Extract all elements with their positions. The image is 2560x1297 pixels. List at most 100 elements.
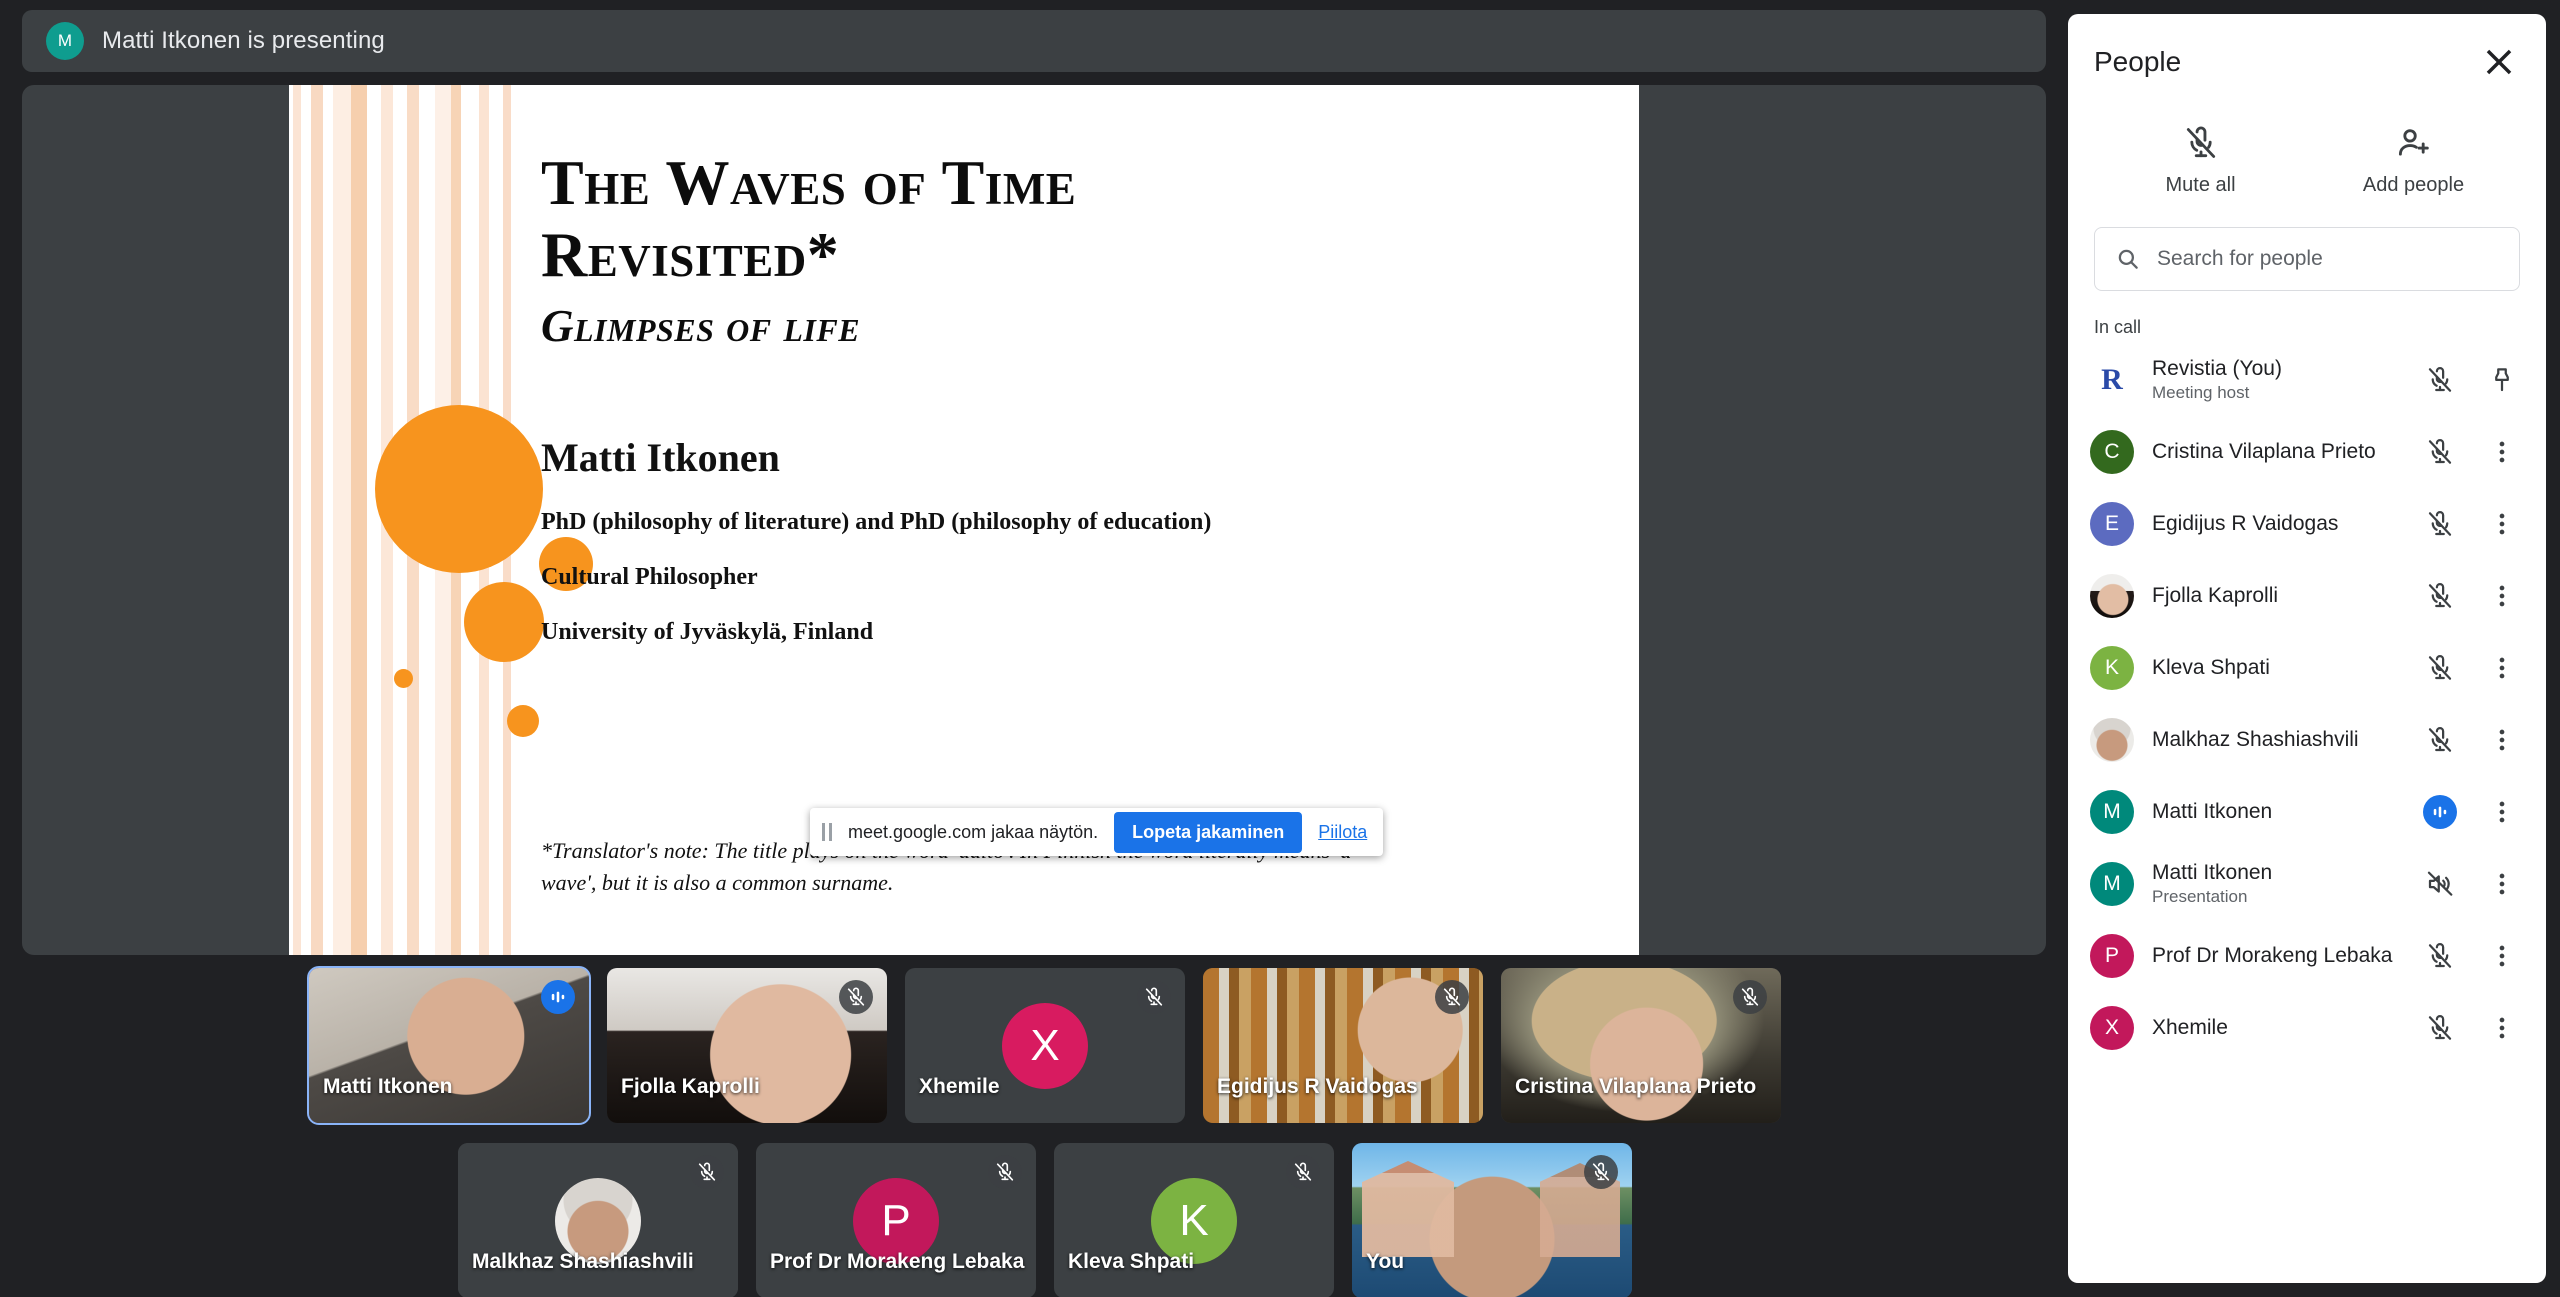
participant-row[interactable]: M Matti Itkonen bbox=[2090, 776, 2524, 848]
people-panel: People Mute all Add people Search for pe… bbox=[2068, 14, 2546, 1283]
participant-tile-name: Xhemile bbox=[919, 1075, 1000, 1098]
participant-name: Kleva Shpati bbox=[2152, 656, 2270, 679]
search-icon bbox=[2115, 246, 2141, 272]
slide-decor-circle-small-b bbox=[507, 705, 539, 737]
participant-tile[interactable]: P Prof Dr Morakeng Lebaka bbox=[756, 1143, 1036, 1297]
presenting-banner: M Matti Itkonen is presenting bbox=[22, 10, 2046, 72]
participant-tile[interactable]: You bbox=[1352, 1143, 1632, 1297]
participant-tile[interactable]: Cristina Vilaplana Prieto bbox=[1501, 968, 1781, 1123]
stop-sharing-button[interactable]: Lopeta jakaminen bbox=[1114, 811, 1303, 853]
screen-share-toast: meet.google.com jakaa näytön. Lopeta jak… bbox=[810, 808, 1384, 856]
more-options-icon[interactable] bbox=[2480, 437, 2524, 467]
participant-name: Malkhaz Shashiashvili bbox=[2152, 728, 2359, 751]
participant-row[interactable]: X Xhemile bbox=[2090, 992, 2524, 1064]
mic-off-icon bbox=[1733, 980, 1767, 1014]
people-panel-title: People bbox=[2094, 46, 2182, 77]
more-options-icon[interactable] bbox=[2480, 725, 2524, 755]
add-people-label: Add people bbox=[2362, 174, 2465, 196]
participant-name: Cristina Vilaplana Prieto bbox=[2152, 440, 2376, 463]
participant-tile[interactable]: Matti Itkonen bbox=[307, 966, 591, 1125]
participant-name: Matti Itkonen bbox=[2152, 800, 2273, 823]
participant-row[interactable]: E Egidijus R Vaidogas bbox=[2090, 488, 2524, 560]
participant-tile[interactable]: X Xhemile bbox=[905, 968, 1185, 1123]
avatar: X bbox=[2090, 1006, 2134, 1050]
thumbnail-row-2: Malkhaz Shashiashvili P Prof Dr Morakeng … bbox=[0, 1143, 2090, 1297]
slide-affiliation: University of Jyväskylä, Finland bbox=[541, 619, 874, 646]
close-icon[interactable] bbox=[2478, 41, 2520, 83]
participant-row[interactable]: Malkhaz Shashiashvili bbox=[2090, 704, 2524, 776]
avatar: M bbox=[2090, 790, 2134, 834]
search-input[interactable] bbox=[2157, 247, 2499, 271]
participant-row[interactable]: P Prof Dr Morakeng Lebaka bbox=[2090, 920, 2524, 992]
audio-wave-icon[interactable] bbox=[2423, 795, 2457, 829]
participant-info: Fjolla Kaprolli bbox=[2152, 584, 2400, 608]
avatar: X bbox=[1002, 1002, 1088, 1089]
avatar: R bbox=[2090, 358, 2134, 402]
participant-name: Matti Itkonen bbox=[2152, 861, 2273, 884]
mic-off-icon[interactable] bbox=[2418, 1013, 2462, 1043]
participant-row[interactable]: K Kleva Shpati bbox=[2090, 632, 2524, 704]
participant-row[interactable]: M Matti Itkonen Presentation bbox=[2090, 848, 2524, 920]
participant-info: Matti Itkonen bbox=[2152, 800, 2405, 824]
mic-off-icon[interactable] bbox=[2418, 725, 2462, 755]
participant-tile[interactable]: Malkhaz Shashiashvili bbox=[458, 1143, 738, 1297]
participant-tile-name: Kleva Shpati bbox=[1068, 1250, 1195, 1273]
participant-row[interactable]: C Cristina Vilaplana Prieto bbox=[2090, 416, 2524, 488]
add-people-button[interactable]: Add people bbox=[2307, 116, 2520, 201]
participant-name: Xhemile bbox=[2152, 1016, 2228, 1039]
mic-off-icon[interactable] bbox=[2418, 437, 2462, 467]
participant-subtitle: Presentation bbox=[2152, 887, 2248, 906]
participant-tile[interactable]: Egidijus R Vaidogas bbox=[1203, 968, 1483, 1123]
more-options-icon[interactable] bbox=[2480, 509, 2524, 539]
mic-off-icon[interactable] bbox=[2418, 941, 2462, 971]
more-options-icon[interactable] bbox=[2480, 653, 2524, 683]
participant-subtitle: Meeting host bbox=[2152, 383, 2250, 402]
mic-off-icon[interactable] bbox=[2418, 509, 2462, 539]
participant-row[interactable]: R Revistia (You) Meeting host bbox=[2090, 344, 2524, 416]
participant-info: Kleva Shpati bbox=[2152, 656, 2400, 680]
meet-window: M Matti Itkonen is presenting The Waves … bbox=[0, 0, 2560, 1297]
mic-off-icon[interactable] bbox=[2418, 581, 2462, 611]
thumbnail-row-1: Matti Itkonen Fjolla Kaprolli X Xhemile E… bbox=[0, 966, 2090, 1125]
participant-info: Revistia (You) Meeting host bbox=[2152, 357, 2400, 403]
avatar: E bbox=[2090, 502, 2134, 546]
presenting-banner-text: Matti Itkonen is presenting bbox=[102, 27, 385, 54]
more-options-icon[interactable] bbox=[2480, 1013, 2524, 1043]
slide-author: Matti Itkonen bbox=[541, 435, 780, 481]
in-call-section-label: In call bbox=[2094, 317, 2142, 337]
more-options-icon[interactable] bbox=[2480, 581, 2524, 611]
people-panel-header: People bbox=[2068, 14, 2546, 110]
participant-info: Malkhaz Shashiashvili bbox=[2152, 728, 2400, 752]
share-toast-message: meet.google.com jakaa näytön. bbox=[848, 821, 1099, 842]
participant-tile[interactable]: K Kleva Shpati bbox=[1054, 1143, 1334, 1297]
drag-handle-icon[interactable] bbox=[822, 823, 832, 841]
pin-icon[interactable] bbox=[2480, 365, 2524, 395]
participant-tile[interactable]: Fjolla Kaprolli bbox=[607, 968, 887, 1123]
mic-off-icon[interactable] bbox=[2418, 365, 2462, 395]
people-panel-actions: Mute all Add people bbox=[2068, 110, 2546, 201]
mic-off-icon bbox=[1584, 1155, 1618, 1189]
more-options-icon[interactable] bbox=[2480, 869, 2524, 899]
mute-all-button[interactable]: Mute all bbox=[2094, 116, 2307, 201]
mic-off-icon bbox=[1435, 980, 1469, 1014]
participant-tile-name: You bbox=[1366, 1250, 1405, 1273]
mic-off-icon[interactable] bbox=[2418, 653, 2462, 683]
mic-off-icon bbox=[1286, 1155, 1320, 1189]
participant-tile-name: Cristina Vilaplana Prieto bbox=[1515, 1075, 1757, 1098]
participant-tile-name: Matti Itkonen bbox=[323, 1075, 453, 1098]
participant-thumbnail-strip: Matti Itkonen Fjolla Kaprolli X Xhemile E… bbox=[0, 966, 2090, 1297]
presenter-avatar-initial: M bbox=[57, 31, 73, 50]
avatar bbox=[2090, 574, 2134, 618]
search-box[interactable] bbox=[2094, 227, 2520, 291]
participant-name: Revistia (You) bbox=[2152, 357, 2282, 380]
more-options-icon[interactable] bbox=[2480, 941, 2524, 971]
audio-wave-icon bbox=[541, 980, 575, 1014]
volume-off-icon[interactable] bbox=[2418, 869, 2462, 899]
hide-toast-link[interactable]: Piilota bbox=[1318, 822, 1367, 843]
participant-tile-name: Fjolla Kaprolli bbox=[621, 1075, 760, 1098]
participant-name: Prof Dr Morakeng Lebaka bbox=[2152, 944, 2393, 967]
more-options-icon[interactable] bbox=[2480, 797, 2524, 827]
participant-info: Xhemile bbox=[2152, 1016, 2400, 1040]
participant-row[interactable]: Fjolla Kaprolli bbox=[2090, 560, 2524, 632]
participant-tile-name: Malkhaz Shashiashvili bbox=[472, 1250, 694, 1273]
